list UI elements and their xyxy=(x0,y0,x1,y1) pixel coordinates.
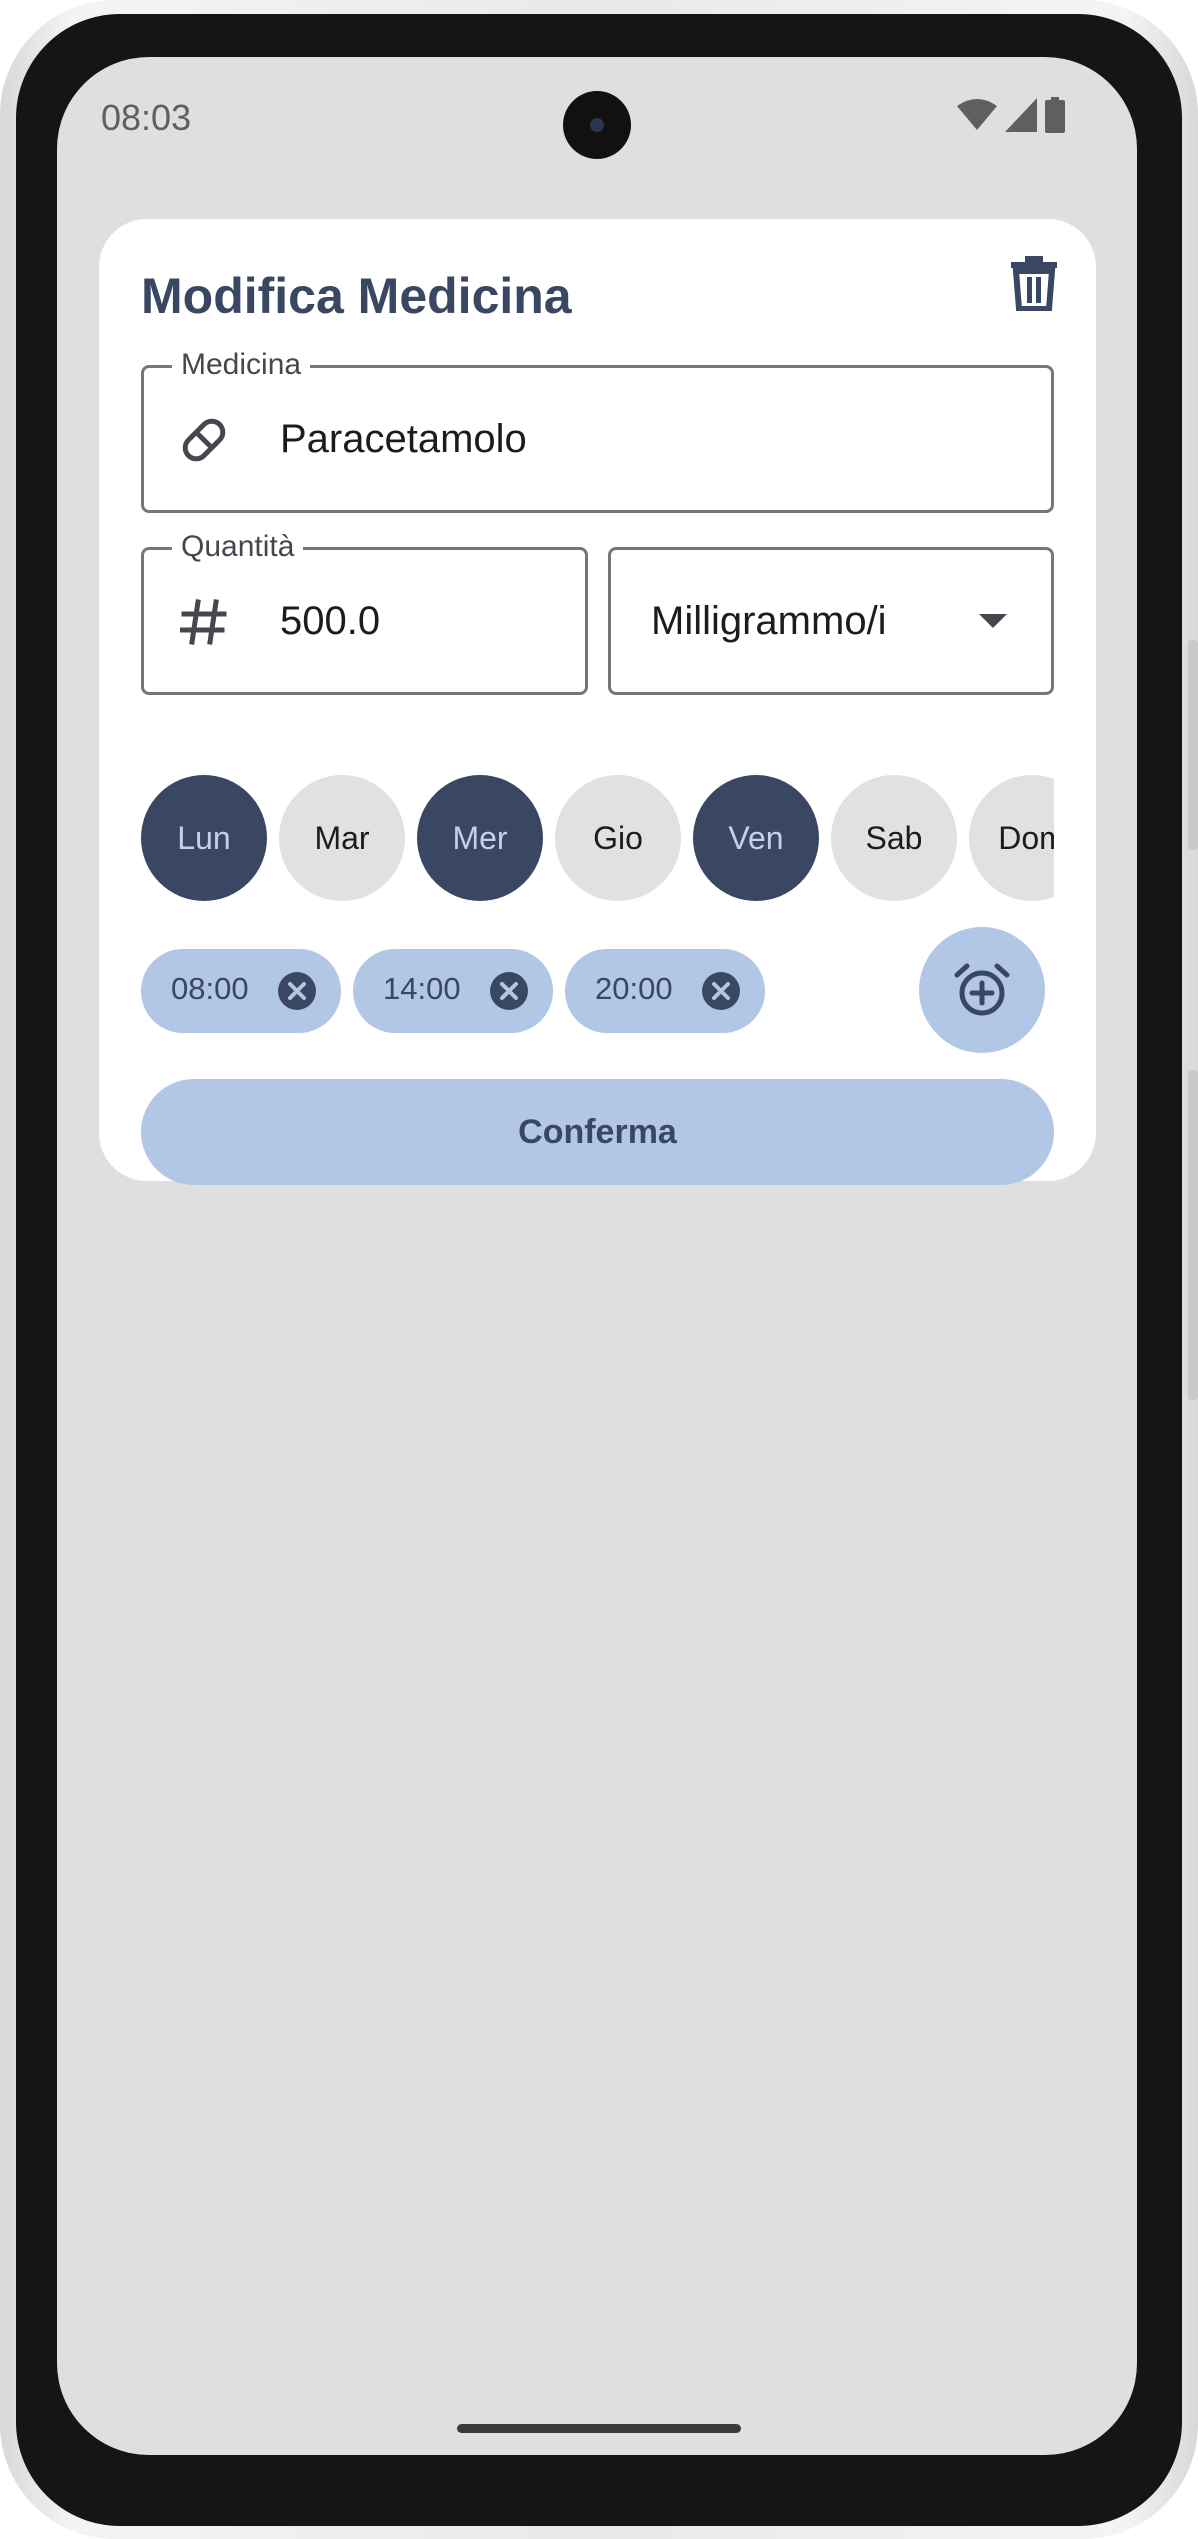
day-chip-mer[interactable]: Mer xyxy=(417,775,543,901)
confirm-button-label: Conferma xyxy=(518,1112,677,1151)
time-chip-label: 20:00 xyxy=(595,971,673,1006)
time-chip-label: 08:00 xyxy=(171,971,249,1006)
day-chip-lun[interactable]: Lun xyxy=(141,775,267,901)
day-label: Lun xyxy=(177,819,231,856)
time-chip[interactable]: 08:00 xyxy=(141,949,341,1033)
wifi-icon xyxy=(957,99,997,130)
time-chip-label: 14:00 xyxy=(383,971,461,1006)
home-indicator[interactable] xyxy=(457,2424,741,2433)
status-icons xyxy=(957,97,1065,133)
alarm-add-icon xyxy=(954,963,1010,1016)
add-alarm-button[interactable] xyxy=(919,927,1045,1053)
volume-button xyxy=(1188,640,1198,850)
time-chip[interactable]: 14:00 xyxy=(353,949,553,1033)
day-chip-ven[interactable]: Ven xyxy=(693,775,819,901)
day-chip-mar[interactable]: Mar xyxy=(279,775,405,901)
signal-icon xyxy=(1005,98,1037,132)
time-chip[interactable]: 20:00 xyxy=(565,949,765,1033)
day-chip-dom[interactable]: Dom xyxy=(969,775,1054,901)
day-label: Mar xyxy=(314,819,370,856)
day-label: Ven xyxy=(728,819,784,856)
day-label: Sab xyxy=(865,819,923,856)
status-time: 08:03 xyxy=(101,97,192,138)
day-label: Mer xyxy=(452,819,508,856)
day-label: Dom xyxy=(998,819,1054,856)
day-chip-gio[interactable]: Gio xyxy=(555,775,681,901)
edit-medicine-dialog: Modifica Medicina Medicina Paracetamolo xyxy=(99,219,1096,1185)
day-label: Gio xyxy=(593,819,643,856)
confirm-button[interactable]: Conferma xyxy=(141,1079,1054,1185)
day-selector: Lun Mar Mer Gio Ven Sab Dom xyxy=(141,219,1054,1181)
close-circle-icon[interactable] xyxy=(277,971,317,1011)
close-circle-icon[interactable] xyxy=(701,971,741,1011)
day-chip-sab[interactable]: Sab xyxy=(831,775,957,901)
close-circle-icon[interactable] xyxy=(489,971,529,1011)
device-frame: 08:03 Modifica Medicina Medicina Paracet… xyxy=(0,0,1198,2539)
screen: 08:03 Modifica Medicina Medicina Paracet… xyxy=(57,57,1137,2455)
battery-icon xyxy=(1045,97,1065,133)
power-button xyxy=(1188,1070,1198,1400)
front-camera xyxy=(563,91,631,159)
